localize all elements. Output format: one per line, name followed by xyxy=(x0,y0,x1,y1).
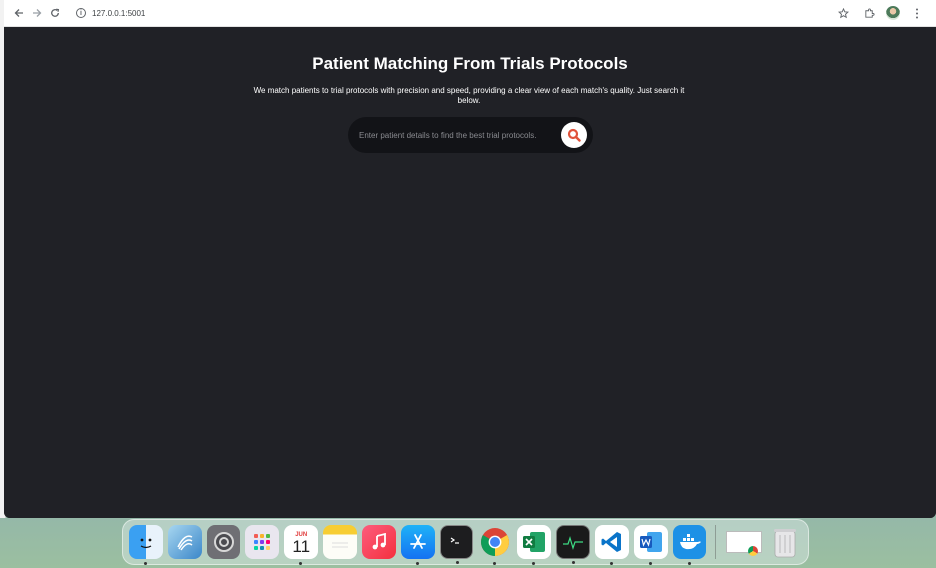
page-title: Patient Matching From Trials Protocols xyxy=(312,54,628,73)
vscode-icon[interactable] xyxy=(594,525,629,565)
launchpad-icon[interactable] xyxy=(245,525,280,559)
back-icon[interactable] xyxy=(10,4,28,22)
notes-icon[interactable] xyxy=(323,525,357,559)
copilot-icon[interactable] xyxy=(167,525,202,559)
activity-monitor-icon[interactable] xyxy=(556,525,590,564)
reload-icon[interactable] xyxy=(46,4,64,22)
finder-icon[interactable] xyxy=(129,525,163,565)
bookmark-star-icon[interactable] xyxy=(834,4,852,22)
system-settings-icon[interactable] xyxy=(206,525,241,559)
search-icon xyxy=(567,128,581,142)
trash-icon[interactable] xyxy=(768,525,802,559)
dock-separator xyxy=(715,525,717,559)
excel-icon[interactable] xyxy=(517,525,552,565)
calendar-day: 11 xyxy=(292,536,311,556)
url-text[interactable]: 127.0.0.1:5001 xyxy=(92,9,145,18)
music-icon[interactable] xyxy=(361,525,396,559)
app-store-icon[interactable] xyxy=(400,525,435,565)
extensions-icon[interactable] xyxy=(860,4,878,22)
search-button[interactable] xyxy=(561,122,587,148)
address-bar[interactable]: i 127.0.0.1:5001 xyxy=(70,3,834,23)
patient-search-input[interactable] xyxy=(359,130,555,140)
site-info-icon[interactable]: i xyxy=(76,8,86,18)
page-subtitle: We match patients to trial protocols wit… xyxy=(253,86,685,105)
chrome-icon[interactable] xyxy=(478,525,512,565)
word-icon[interactable] xyxy=(633,525,668,565)
chrome-window-thumbnail-icon[interactable] xyxy=(725,525,763,559)
browser-toolbar: i 127.0.0.1:5001 xyxy=(4,0,936,27)
page-content: Patient Matching From Trials Protocols W… xyxy=(4,27,936,518)
docker-icon[interactable] xyxy=(672,525,707,565)
browser-window: i 127.0.0.1:5001 Patient Matching From T… xyxy=(4,0,936,518)
menu-kebab-icon[interactable] xyxy=(908,4,926,22)
forward-icon[interactable] xyxy=(28,4,46,22)
search-bar xyxy=(348,117,593,153)
profile-avatar[interactable] xyxy=(886,6,900,20)
calendar-icon[interactable]: JUN 11 xyxy=(284,525,319,565)
terminal-icon[interactable] xyxy=(439,525,474,564)
macos-dock: JUN 11 xyxy=(122,519,809,565)
